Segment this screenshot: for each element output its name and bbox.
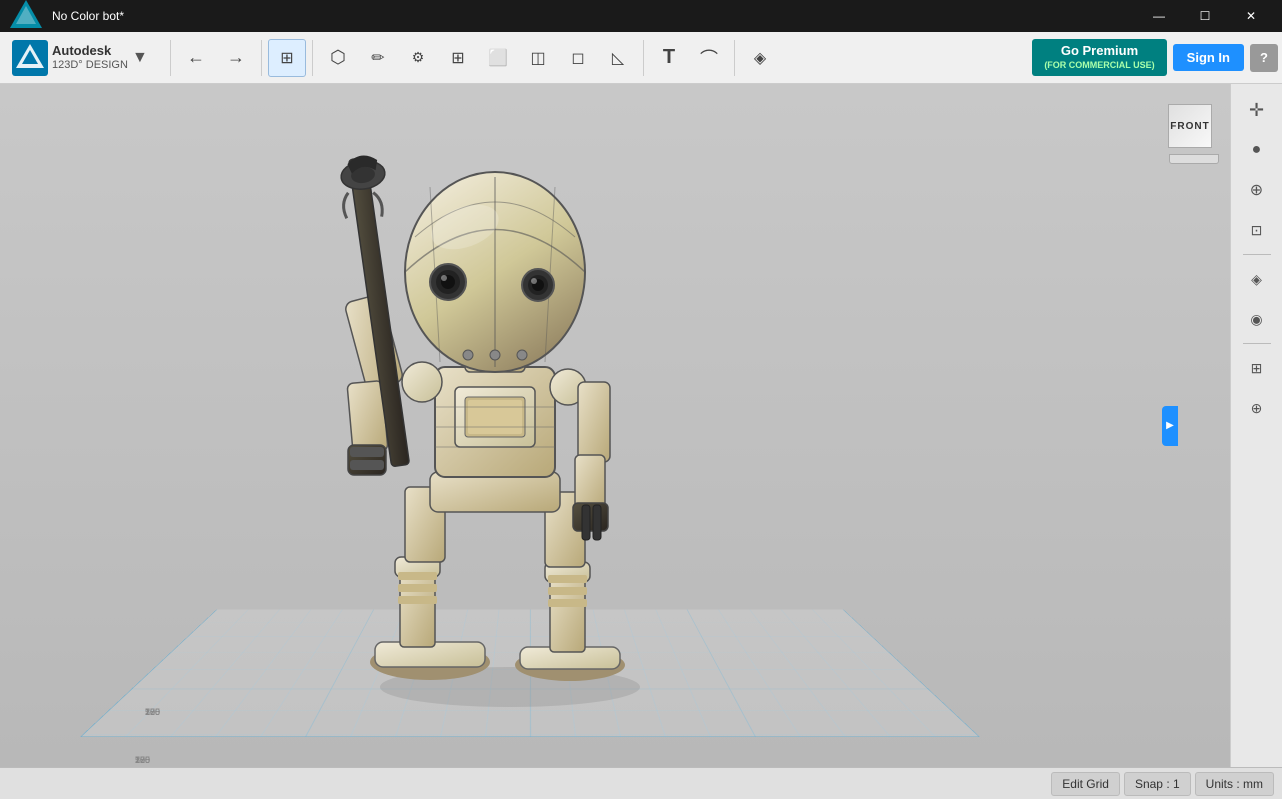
undo-button[interactable]: ← xyxy=(177,39,215,77)
primitive-icon: ⬡ xyxy=(330,47,346,68)
minimize-button[interactable]: — xyxy=(1136,0,1182,32)
sketch-icon: ✏ xyxy=(371,48,384,68)
snap-toggle-button[interactable]: ⊕ xyxy=(1239,390,1275,426)
maximize-button[interactable]: ☐ xyxy=(1182,0,1228,32)
curve-button[interactable]: ⌒ xyxy=(690,39,728,77)
pan-button[interactable]: ✛ xyxy=(1239,92,1275,128)
box-button[interactable]: ◻ xyxy=(559,39,597,77)
material-icon: ◈ xyxy=(754,48,766,68)
primitive-button[interactable]: ⬡ xyxy=(319,39,357,77)
mirror-icon: ◫ xyxy=(530,48,545,68)
edit-grid-button[interactable]: Edit Grid xyxy=(1051,772,1120,796)
rp-separator-1 xyxy=(1243,254,1271,255)
curve-icon: ⌒ xyxy=(700,45,718,71)
view-cube-label: FRONT xyxy=(1170,121,1209,132)
premium-button[interactable]: Go Premium (FOR COMMERCIAL USE) xyxy=(1032,39,1166,76)
box-icon: ◻ xyxy=(571,48,584,68)
pattern-icon: ⊞ xyxy=(451,48,464,68)
wedge-button[interactable]: ◺ xyxy=(599,39,637,77)
premium-label: Go Premium xyxy=(1044,43,1154,60)
view-cube[interactable]: FRONT xyxy=(1168,104,1220,156)
separator-4 xyxy=(643,40,644,76)
hide-button[interactable]: ◉ xyxy=(1239,301,1275,337)
view-controls-panel: ✛ ● ⊕ ⊡ ◈ ◉ ⊞ ⊕ xyxy=(1230,84,1282,767)
app-icon xyxy=(8,0,44,34)
status-bar: Edit Grid Snap : 1 Units : mm xyxy=(0,767,1282,799)
redo-icon: → xyxy=(227,47,245,68)
help-button[interactable]: ? xyxy=(1250,44,1278,72)
separator-3 xyxy=(312,40,313,76)
text-button[interactable]: T xyxy=(650,39,688,77)
autodesk-logo xyxy=(12,40,48,76)
group-icon: ⬜ xyxy=(488,48,508,68)
separator-5 xyxy=(734,40,735,76)
premium-sub: (FOR COMMERCIAL USE) xyxy=(1044,60,1154,72)
group-button[interactable]: ⬜ xyxy=(479,39,517,77)
logo-area: Autodesk 123D° DESIGN ▼ xyxy=(4,40,164,76)
pan-icon: ✛ xyxy=(1249,100,1264,121)
units-button[interactable]: Units : mm xyxy=(1195,772,1274,796)
pattern-button[interactable]: ⊞ xyxy=(439,39,477,77)
text-icon: T xyxy=(663,46,675,69)
window-controls: — ☐ ✕ xyxy=(1136,0,1274,32)
snap-toggle-icon: ⊕ xyxy=(1251,400,1263,417)
main-area: 25 50 75 100 125 150 175 200 25 50 75 10… xyxy=(0,84,1282,767)
orbit-icon: ● xyxy=(1252,141,1262,159)
robot-svg xyxy=(200,107,760,707)
material-button[interactable]: ◈ xyxy=(741,39,779,77)
modify-icon: ⚙ xyxy=(412,49,425,66)
close-button[interactable]: ✕ xyxy=(1228,0,1274,32)
new-shape-icon: ⊞ xyxy=(280,48,293,68)
main-toolbar: Autodesk 123D° DESIGN ▼ ← → ⊞ ⬡ ✏ ⚙ ⊞ ⬜ … xyxy=(0,32,1282,84)
snap-button[interactable]: Snap : 1 xyxy=(1124,772,1191,796)
wedge-icon: ◺ xyxy=(612,48,624,68)
separator-2 xyxy=(261,40,262,76)
perspective-icon: ◈ xyxy=(1251,271,1262,288)
robot-model xyxy=(200,107,760,707)
grid-label-200: 200 xyxy=(135,755,150,765)
undo-icon: ← xyxy=(187,47,205,68)
view-cube-base xyxy=(1169,154,1219,164)
view-cube-face-front[interactable]: FRONT xyxy=(1168,104,1212,148)
rp-separator-2 xyxy=(1243,343,1271,344)
orbit-button[interactable]: ● xyxy=(1239,132,1275,168)
redo-button[interactable]: → xyxy=(217,39,255,77)
titlebar-left: No Color bot* xyxy=(8,0,124,34)
modify-button[interactable]: ⚙ xyxy=(399,39,437,77)
panel-toggle-icon: ▶ xyxy=(1166,420,1174,431)
signin-button[interactable]: Sign In xyxy=(1173,44,1244,71)
perspective-button[interactable]: ◈ xyxy=(1239,261,1275,297)
app-menu-arrow[interactable]: ▼ xyxy=(132,50,148,66)
grid-toggle-button[interactable]: ⊞ xyxy=(1239,350,1275,386)
fit-icon: ⊡ xyxy=(1251,222,1263,239)
logo-text: Autodesk 123D° DESIGN xyxy=(52,43,128,72)
sketch-button[interactable]: ✏ xyxy=(359,39,397,77)
hide-icon: ◉ xyxy=(1250,311,1262,328)
separator-1 xyxy=(170,40,171,76)
3d-viewport[interactable]: 25 50 75 100 125 150 175 200 25 50 75 10… xyxy=(0,84,1230,767)
window-title: No Color bot* xyxy=(52,9,124,23)
grid-toggle-icon: ⊞ xyxy=(1251,360,1263,377)
title-bar: No Color bot* — ☐ ✕ xyxy=(0,0,1282,32)
zoom-button[interactable]: ⊕ xyxy=(1239,172,1275,208)
mirror-button[interactable]: ◫ xyxy=(519,39,557,77)
panel-toggle[interactable]: ▶ xyxy=(1162,406,1178,446)
zoom-icon: ⊕ xyxy=(1250,180,1263,200)
new-shape-button[interactable]: ⊞ xyxy=(268,39,306,77)
fit-button[interactable]: ⊡ xyxy=(1239,212,1275,248)
